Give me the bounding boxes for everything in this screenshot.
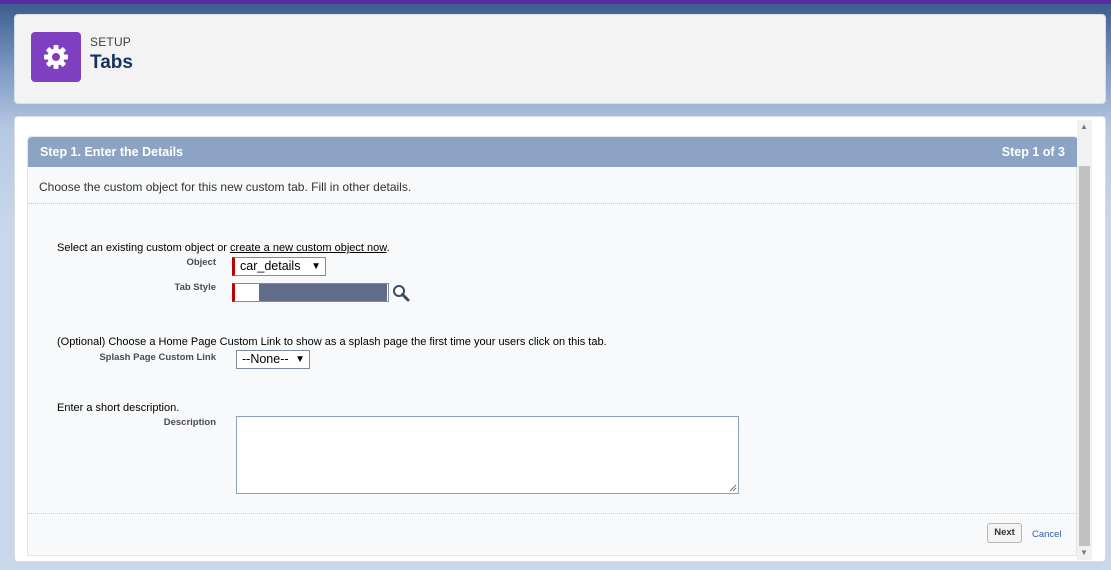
scroll-down-icon[interactable]: ▼ [1080,548,1088,557]
tab-style-swatch [259,284,387,301]
splash-prompt: (Optional) Choose a Home Page Custom Lin… [57,336,607,348]
divider [28,513,1078,514]
step-count: Step 1 of 3 [1001,145,1065,159]
splash-label: Splash Page Custom Link [99,352,216,363]
tab-style-label: Tab Style [174,282,216,293]
step-title: Step 1. Enter the Details [40,145,184,159]
wizard-panel: Step 1. Enter the Details Step 1 of 3 Ch… [27,136,1078,556]
divider [28,203,1078,204]
cancel-link[interactable]: Cancel [1032,529,1062,540]
dropdown-arrow-icon: ▼ [311,261,321,272]
step-header: Step 1. Enter the Details Step 1 of 3 [28,137,1078,167]
tab-style-field[interactable] [232,283,389,302]
create-custom-object-link[interactable]: create a new custom object now [230,242,387,254]
splash-select[interactable]: --None-- ▼ [236,350,310,369]
page-header: SETUP Tabs [14,14,1106,104]
object-prompt: Select an existing custom object or crea… [57,242,390,254]
object-prompt-prefix: Select an existing custom object or [57,242,231,254]
scroll-up-icon[interactable]: ▲ [1080,122,1088,131]
next-button[interactable]: Next [987,523,1022,543]
scrollbar-thumb[interactable] [1079,166,1090,546]
page-title: Tabs [90,52,133,73]
setup-eyebrow: SETUP [90,35,132,49]
resize-grip-icon[interactable] [729,484,737,492]
intro-text: Choose the custom object for this new cu… [39,180,412,194]
lookup-icon[interactable] [392,284,410,302]
dropdown-arrow-icon: ▼ [295,354,305,365]
object-prompt-suffix: . [386,242,390,254]
gear-icon [31,32,81,82]
object-select[interactable]: car_details ▼ [232,257,326,276]
description-textarea[interactable] [236,416,739,494]
main-panel: Step 1. Enter the Details Step 1 of 3 Ch… [14,116,1106,562]
description-label: Description [163,417,216,428]
splash-select-value: --None-- [242,352,289,366]
object-label: Object [186,257,216,268]
object-select-value: car_details [240,259,301,273]
description-prompt: Enter a short description. [57,402,180,414]
vertical-scrollbar[interactable]: ▲ ▼ [1077,120,1092,560]
